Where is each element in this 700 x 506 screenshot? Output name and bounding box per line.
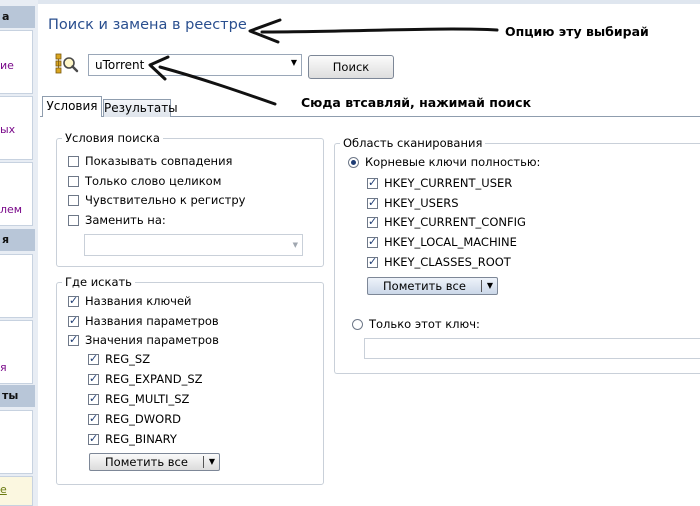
checkbox[interactable] — [68, 215, 79, 226]
chevron-down-icon: ▼ — [292, 241, 298, 249]
group-title: Условия поиска — [62, 131, 163, 145]
left-panel-section: ие — [0, 30, 33, 94]
mark-all-types-button[interactable]: Пометить все ▼ — [89, 453, 220, 471]
checkbox[interactable] — [68, 195, 79, 206]
group-title: Область сканирования — [340, 136, 486, 150]
checkbox[interactable] — [367, 176, 378, 189]
left-panel-section — [0, 254, 33, 318]
only-this-key-input[interactable] — [364, 338, 700, 359]
left-panel-link[interactable]: я — [0, 361, 7, 374]
checkbox[interactable] — [88, 372, 99, 385]
checkbox[interactable] — [88, 392, 99, 405]
checkbox[interactable] — [367, 196, 378, 209]
tab-results[interactable]: Результаты — [103, 99, 178, 117]
chevron-down-icon[interactable]: ▼ — [291, 58, 297, 67]
page-title: Поиск и замена в реестре — [48, 17, 247, 33]
checkbox[interactable] — [68, 156, 79, 167]
left-panel-section: лем — [0, 162, 33, 226]
chevron-down-icon[interactable]: ▼ — [487, 281, 493, 290]
registry-search-icon — [55, 52, 79, 76]
left-panel-section — [0, 410, 33, 474]
checkbox[interactable] — [367, 255, 378, 268]
top-strip — [38, 0, 700, 4]
left-panel-header[interactable]: я — [0, 229, 35, 251]
left-panel: а ие ых лем я я ты е — [0, 0, 38, 506]
left-panel-section: ых — [0, 96, 33, 160]
left-panel-link[interactable]: ых — [0, 123, 15, 136]
annotation-paste-here: Сюда втсавляй, нажимай поиск — [301, 95, 532, 110]
arrow-to-title-head — [248, 18, 282, 44]
left-panel-header[interactable]: а — [0, 6, 35, 28]
left-panel-link[interactable]: е — [0, 483, 7, 496]
search-input-value: uTorrent — [95, 58, 145, 72]
scan-area-group: Область сканирования Корневые ключи полн… — [334, 136, 700, 374]
left-panel-link[interactable]: лем — [0, 203, 22, 216]
checkbox[interactable] — [367, 215, 378, 228]
arrow-to-title — [260, 27, 499, 34]
search-button[interactable]: Поиск — [308, 55, 394, 79]
checkbox[interactable] — [88, 432, 99, 445]
checkbox[interactable] — [68, 314, 79, 327]
radio-button[interactable] — [352, 319, 363, 330]
left-panel-header[interactable]: ты — [0, 385, 35, 407]
left-panel-section: я — [0, 320, 33, 384]
chevron-down-icon[interactable]: ▼ — [209, 457, 215, 466]
radio-button[interactable] — [348, 157, 359, 168]
checkbox[interactable] — [68, 294, 79, 307]
annotation-choose-option: Опцию эту выбирай — [505, 24, 649, 39]
replace-with-input[interactable]: ▼ — [84, 234, 303, 256]
checkbox[interactable] — [68, 333, 79, 346]
checkbox[interactable] — [367, 235, 378, 248]
checkbox[interactable] — [88, 352, 99, 365]
checkbox[interactable] — [68, 176, 79, 187]
group-title: Где искать — [62, 275, 135, 289]
search-input[interactable]: uTorrent ▼ — [88, 54, 302, 76]
search-conditions-group: Условия поиска Показывать совпадения Тол… — [56, 131, 324, 267]
left-panel-link[interactable]: ие — [0, 59, 14, 72]
tab-conditions[interactable]: Условия — [42, 96, 102, 117]
where-to-search-group: Где искать Названия ключей Названия пара… — [56, 275, 324, 485]
left-panel-section: е — [0, 476, 33, 506]
checkbox[interactable] — [88, 412, 99, 425]
mark-all-keys-button[interactable]: Пометить все ▼ — [367, 277, 498, 295]
